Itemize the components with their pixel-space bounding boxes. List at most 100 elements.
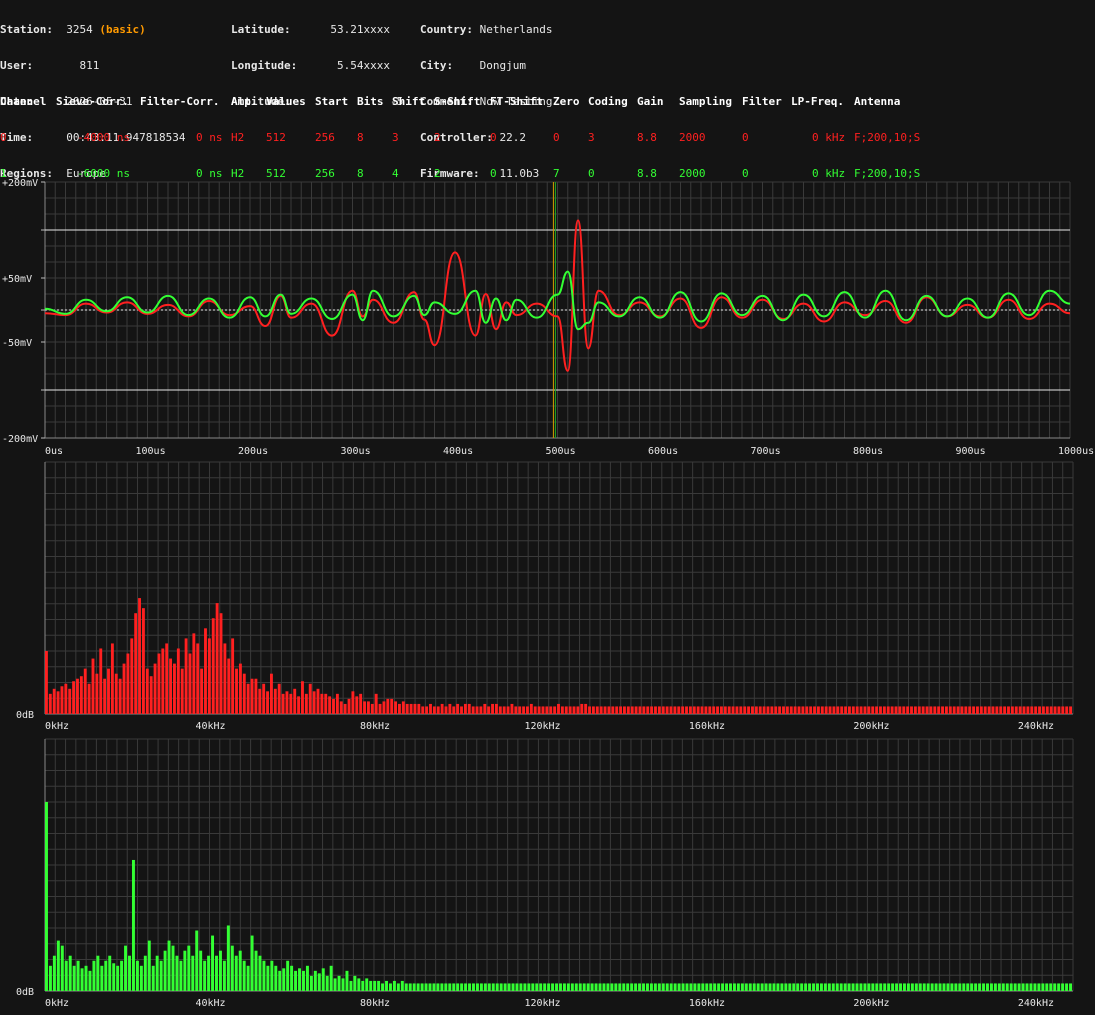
spectrum-bar: [673, 706, 677, 714]
spectrum-bar: [1041, 983, 1045, 991]
x-tick-label: 300us: [341, 446, 371, 457]
spectrum-bar: [835, 983, 839, 991]
spectrum-bar: [499, 983, 503, 991]
spectrum-bar: [929, 706, 933, 714]
spectrum-bar: [747, 706, 751, 714]
spectrum-bar: [149, 676, 153, 714]
spectrum-bar: [972, 706, 976, 714]
x-tick-label: 900us: [956, 446, 986, 457]
spectrum-bar: [782, 706, 785, 714]
spectrum-bar: [460, 706, 463, 714]
spectrum-bar: [780, 983, 784, 991]
spectrum-bar: [417, 703, 421, 714]
spectrum-bar: [365, 978, 369, 991]
cell: 2000: [679, 131, 706, 144]
spectrum-bar: [355, 696, 359, 714]
longitude-label: Longitude:: [231, 59, 298, 72]
spectrum-bar: [341, 978, 345, 991]
spectrum-bar: [543, 983, 547, 991]
spectrum-bar: [184, 638, 188, 714]
spectrum-bar: [369, 980, 373, 991]
spectrum-bar: [654, 706, 657, 714]
spectrum-bar: [946, 983, 950, 991]
spectrum-bar: [118, 678, 122, 714]
spectrum-chart-ch0: 0dB 0kHz 40kHz 80kHz 120kHz 160kHz 200kHz 240kH…: [16, 461, 1074, 732]
spectrum-bar: [96, 955, 100, 991]
spectrum-bar: [952, 706, 956, 714]
spectrum-bar: [812, 983, 815, 991]
col-header: Antenna: [854, 95, 901, 108]
spectrum-bar: [409, 703, 413, 714]
spectrum-bar: [576, 706, 580, 714]
spectrum-bar: [1045, 706, 1049, 714]
spectrum-bar: [266, 965, 270, 991]
spectrum-bar: [298, 968, 301, 991]
spectrum-bar: [392, 980, 396, 991]
spectrum-bar: [729, 983, 732, 991]
spectrum-bar: [910, 706, 913, 714]
spectrum-bar: [161, 648, 165, 714]
spectrum-bar: [557, 703, 560, 714]
spectrum-bar: [139, 965, 143, 991]
spectrum-bar: [758, 706, 762, 714]
spectrum-bar: [954, 983, 958, 991]
spectrum-bar: [634, 983, 638, 991]
spectrum-bar: [902, 983, 906, 991]
spectrum-bar: [677, 706, 681, 714]
spectrum-bar: [378, 703, 382, 714]
spectrum-bar: [199, 950, 203, 991]
spectrum-bar: [797, 706, 801, 714]
spectrum-bar: [986, 983, 989, 991]
spectrum-bar: [1017, 983, 1021, 991]
spectrum-bar: [301, 681, 304, 714]
spectrum-bar: [332, 698, 335, 714]
spectrum-bar: [1061, 983, 1065, 991]
spectrum-bar: [100, 965, 104, 991]
cell: 0 ns: [196, 131, 223, 144]
spectrum-bar: [1026, 706, 1030, 714]
spectrum-bar: [472, 983, 475, 991]
spectrum-bar: [147, 940, 151, 991]
spectrum-bar: [580, 703, 584, 714]
spectrum-bar: [626, 983, 630, 991]
spectrum-bar: [351, 691, 355, 714]
spectrum-bar: [1013, 983, 1017, 991]
spectrum-bar: [704, 706, 708, 714]
spectrum-bar: [333, 978, 337, 991]
spectrum-bar: [134, 613, 138, 714]
spectrum-bar: [222, 960, 226, 991]
col-header: Filter-Corr.: [140, 95, 220, 108]
spectrum-bar: [974, 983, 978, 991]
spectrum-bar: [87, 683, 91, 714]
spectrum-bar: [1005, 983, 1009, 991]
y-tick-label: 0dB: [16, 710, 34, 721]
spectrum-bar: [60, 945, 64, 991]
spectrum-bar: [1038, 706, 1041, 714]
spectrum-bar: [816, 983, 819, 991]
spectrum-bar: [234, 955, 238, 991]
spectrum-bar: [847, 983, 851, 991]
spectrum-bar: [246, 965, 250, 991]
spectrum-bar: [1069, 983, 1072, 991]
spectrum-bar: [859, 706, 863, 714]
latitude-value: 53.21xxxx: [330, 23, 390, 36]
x-tick-label: 700us: [751, 446, 781, 457]
spectrum-bar: [436, 983, 440, 991]
spectrum-bar: [471, 706, 475, 714]
spectrum-bar: [962, 983, 966, 991]
spectrum-bar: [1053, 983, 1057, 991]
x-tick-label: 500us: [546, 446, 576, 457]
spectrum-bar: [1065, 983, 1069, 991]
spectrum-bar: [167, 940, 171, 991]
spectrum-bar: [1049, 706, 1053, 714]
spectrum-bar: [813, 706, 816, 714]
spectrum-bar: [793, 706, 797, 714]
spectrum-bar: [956, 706, 960, 714]
spectrum-bar: [510, 703, 514, 714]
spectrum-bar: [976, 706, 979, 714]
spectrum-bar: [921, 706, 925, 714]
spectrum-bar: [440, 703, 444, 714]
x-tick-label: 200kHz: [853, 998, 889, 1009]
cell: -4000 ns: [77, 131, 130, 144]
spectrum-bar: [452, 706, 456, 714]
